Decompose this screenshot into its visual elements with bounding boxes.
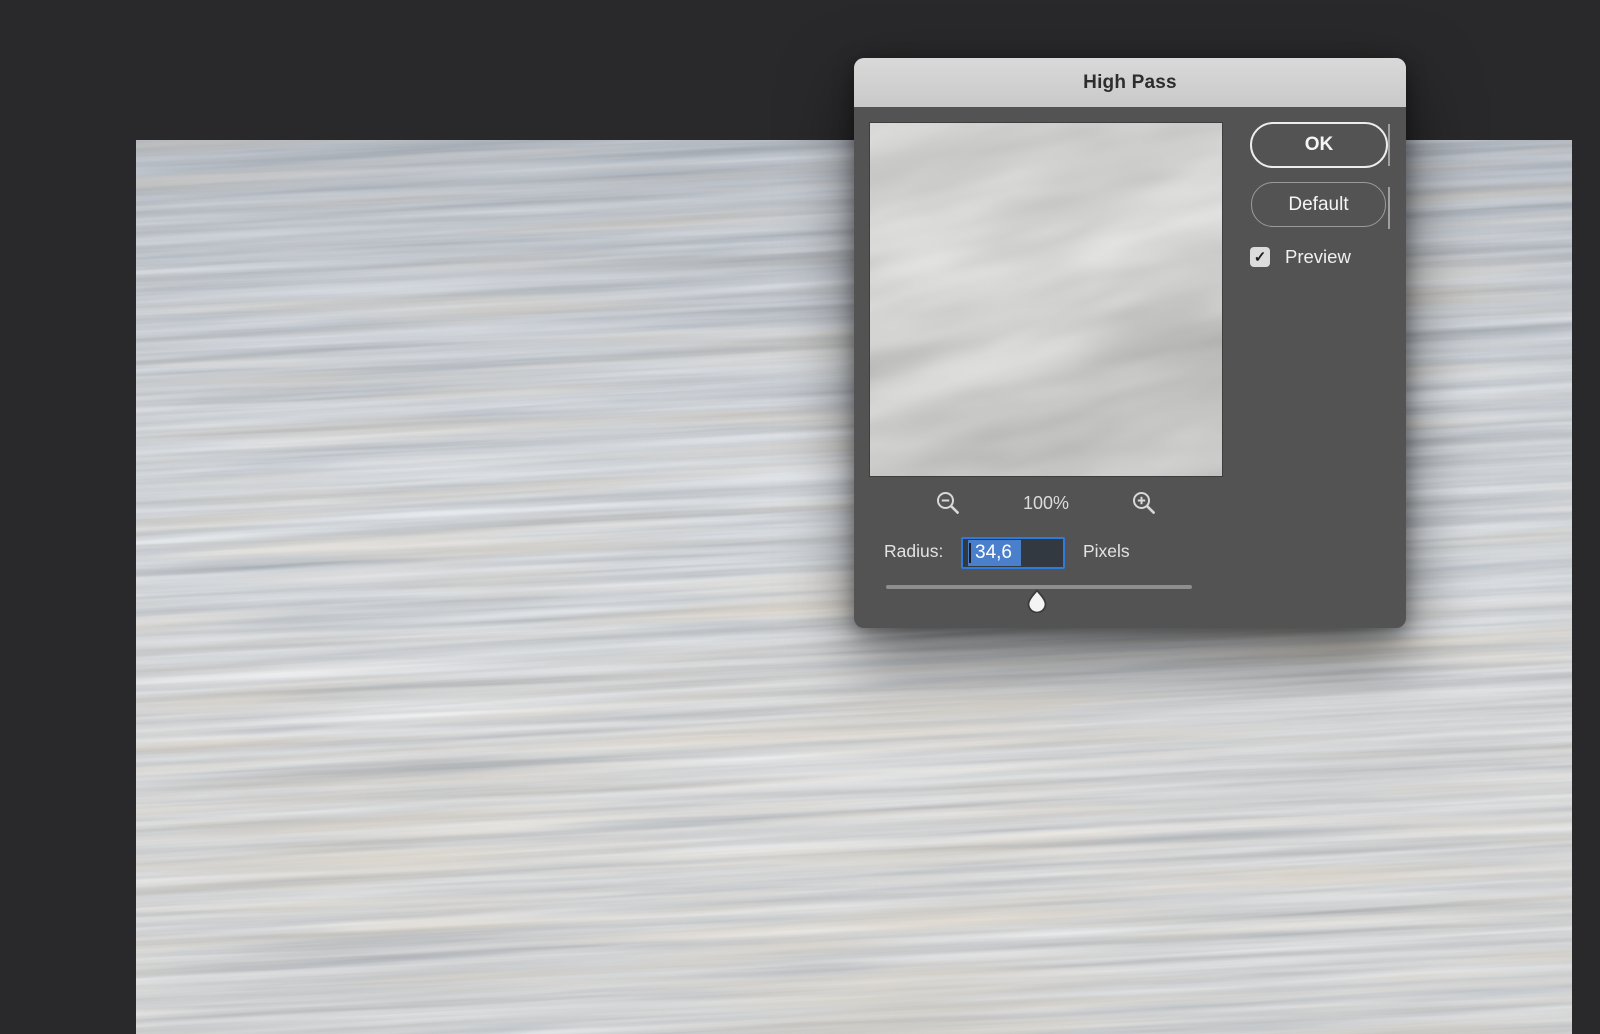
ok-button-label: OK (1305, 134, 1334, 156)
preview-checkbox[interactable]: ✓ (1250, 247, 1270, 267)
high-pass-dialog: High Pass (854, 58, 1406, 628)
checkmark-icon: ✓ (1254, 250, 1267, 265)
radius-value-selected: 34,6 (968, 540, 1021, 566)
photoshop-workspace: High Pass (0, 0, 1600, 1034)
filter-preview-thumbnail[interactable] (869, 122, 1223, 477)
default-button-edge-tick (1388, 187, 1390, 229)
preview-checkbox-label: Preview (1285, 246, 1351, 268)
text-caret (969, 543, 971, 563)
zoom-in-button[interactable] (1131, 490, 1157, 516)
default-button[interactable]: Default (1251, 182, 1386, 227)
magnifier-plus-icon (1131, 490, 1157, 516)
default-button-label: Default (1288, 194, 1348, 216)
preview-texture (870, 123, 1222, 476)
zoom-level: 100% (1001, 493, 1091, 514)
radius-input[interactable]: 34,6 (961, 537, 1065, 569)
dialog-title: High Pass (1083, 72, 1177, 94)
radius-unit-label: Pixels (1083, 541, 1130, 562)
slider-thumb-icon (1026, 589, 1048, 613)
radius-label: Radius: (884, 541, 943, 562)
radius-slider-thumb[interactable] (1026, 589, 1048, 613)
radius-value: 34,6 (975, 542, 1012, 563)
ok-button[interactable]: OK (1250, 122, 1388, 168)
magnifier-minus-icon (935, 490, 961, 516)
dialog-title-bar[interactable]: High Pass (854, 58, 1406, 107)
zoom-out-button[interactable] (935, 490, 961, 516)
ok-button-edge-tick (1388, 124, 1390, 166)
